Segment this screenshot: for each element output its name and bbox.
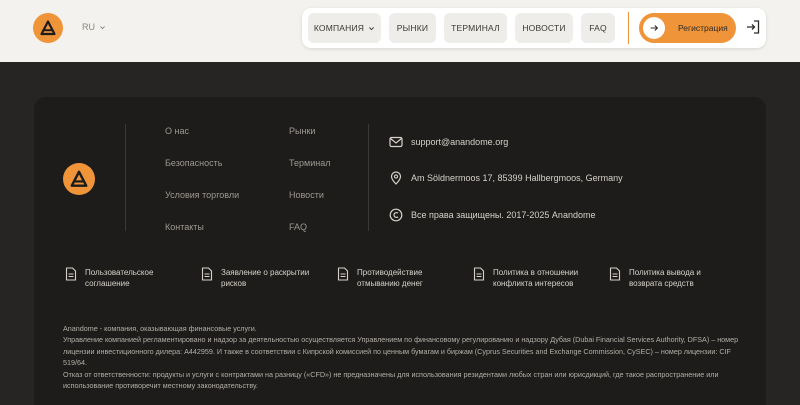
footer-link-security[interactable]: Безопасность xyxy=(165,158,222,168)
arrow-right-icon xyxy=(643,17,665,39)
disclaimer-line: Отказ от ответственности: продукты и усл… xyxy=(63,369,719,391)
divider xyxy=(368,124,369,231)
register-label: Регистрация xyxy=(678,23,728,33)
location-pin-icon xyxy=(390,171,402,185)
copyright-icon xyxy=(389,208,403,222)
doc-conflict-of-interest[interactable]: Политика в отношении конфликта интересов xyxy=(473,267,588,289)
copyright-text: Все права защищены. 2017-2025 Anandome xyxy=(411,210,596,220)
chevron-down-icon xyxy=(369,26,375,30)
doc-label: Заявление о раскрытии рисков xyxy=(221,268,310,288)
footer-link-faq[interactable]: FAQ xyxy=(289,222,307,232)
divider xyxy=(125,124,126,231)
nav-item-label: НОВОСТИ xyxy=(522,23,566,33)
doc-label: Политика вывода и возврата средств xyxy=(629,268,701,288)
address-text: Am Söldnermoos 17, 85399 Hallbergmoos, G… xyxy=(411,173,623,183)
contact-email[interactable]: support@anandome.org xyxy=(389,135,508,149)
document-icon xyxy=(609,267,621,281)
register-button[interactable]: Регистрация xyxy=(639,13,736,43)
document-icon xyxy=(473,267,485,281)
nav-item-label: КОМПАНИЯ xyxy=(313,23,365,33)
doc-label: Противодействие отмыванию денег xyxy=(357,268,423,288)
footer-card: О нас Безопасность Условия торговли Конт… xyxy=(34,97,766,405)
contact-copyright: Все права защищены. 2017-2025 Anandome xyxy=(389,208,595,222)
site-header: RU КОМПАНИЯ РЫНКИ ТЕРМИНАЛ НОВОСТИ FAQ Р… xyxy=(0,0,800,62)
doc-user-agreement[interactable]: Пользовательское соглашение xyxy=(65,267,165,289)
disclaimer-line: Управление компанией регламентировано и … xyxy=(63,335,739,368)
triangle-logo-icon[interactable] xyxy=(33,13,63,43)
mail-icon xyxy=(389,136,403,148)
nav-item-markets[interactable]: РЫНКИ xyxy=(389,13,436,43)
doc-label: Политика в отношении конфликта интересов xyxy=(493,268,579,288)
document-icon xyxy=(65,267,77,281)
document-icon xyxy=(337,267,349,281)
footer-link-news[interactable]: Новости xyxy=(289,190,324,200)
email-text: support@anandome.org xyxy=(411,137,509,147)
nav-item-faq[interactable]: FAQ xyxy=(581,13,615,43)
footer-link-trading-terms[interactable]: Условия торговли xyxy=(165,190,239,200)
footer-link-markets[interactable]: Рынки xyxy=(289,126,315,136)
triangle-logo-icon[interactable] xyxy=(63,163,95,195)
nav-item-terminal[interactable]: ТЕРМИНАЛ xyxy=(444,13,507,43)
doc-risk-disclosure[interactable]: Заявление о раскрытии рисков xyxy=(201,267,316,289)
nav-item-label: РЫНКИ xyxy=(396,23,429,33)
nav-item-news[interactable]: НОВОСТИ xyxy=(515,13,573,43)
legal-disclaimer: Anandome - компания, оказывающая финансо… xyxy=(63,323,743,391)
contact-address: Am Söldnermoos 17, 85399 Hallbergmoos, G… xyxy=(389,171,623,185)
footer-link-terminal[interactable]: Терминал xyxy=(289,158,330,168)
nav-item-company[interactable]: КОМПАНИЯ xyxy=(308,13,381,43)
doc-anti-money-laundering[interactable]: Противодействие отмыванию денег xyxy=(337,267,442,289)
doc-label: Пользовательское соглашение xyxy=(85,268,154,288)
login-icon[interactable] xyxy=(745,19,761,35)
language-selector[interactable]: RU xyxy=(82,22,106,32)
nav-item-label: ТЕРМИНАЛ xyxy=(451,23,500,33)
footer-link-contacts[interactable]: Контакты xyxy=(165,222,204,232)
main-nav: КОМПАНИЯ РЫНКИ ТЕРМИНАЛ НОВОСТИ FAQ Реги… xyxy=(302,8,766,48)
document-icon xyxy=(201,267,213,281)
disclaimer-line: Anandome - компания, оказывающая финансо… xyxy=(63,324,257,333)
nav-item-label: FAQ xyxy=(589,23,607,33)
language-label: RU xyxy=(82,22,95,32)
doc-withdrawal-policy[interactable]: Политика вывода и возврата средств xyxy=(609,267,711,289)
footer-link-about[interactable]: О нас xyxy=(165,126,189,136)
chevron-down-icon xyxy=(100,25,105,29)
nav-divider xyxy=(628,12,629,44)
